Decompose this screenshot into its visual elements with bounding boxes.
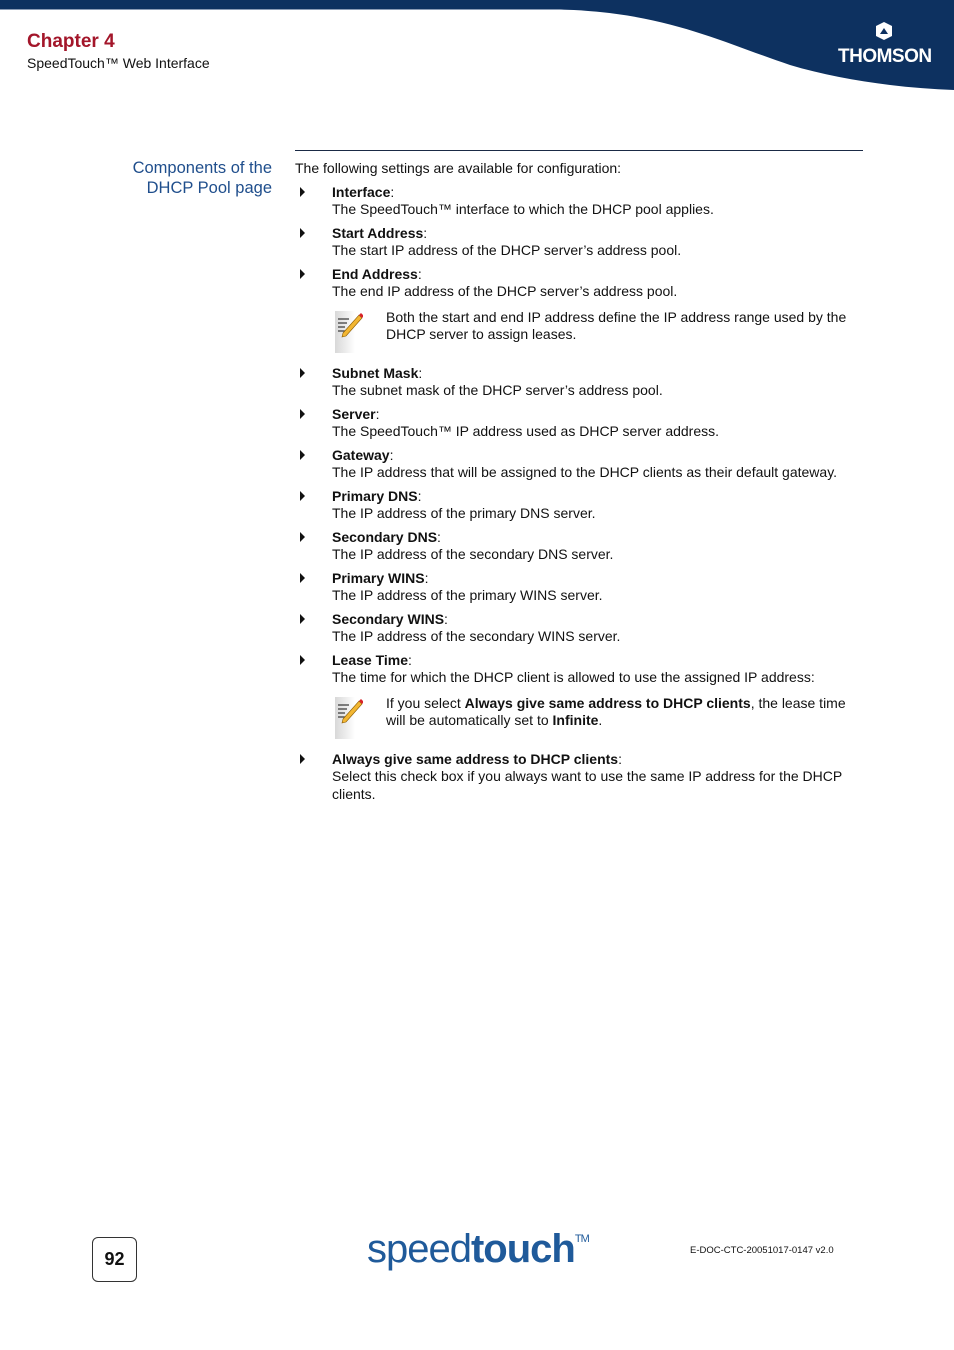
item-title: Lease Time (332, 651, 409, 668)
item-desc: The subnet mask of the DHCP server’s add… (332, 382, 663, 398)
list-item: Primary DNS: The IP address of the primar… (295, 488, 865, 523)
thomson-logo-text: THOMSON (838, 46, 932, 67)
bullet-arrow-icon (300, 613, 305, 624)
section-divider (295, 150, 863, 151)
list-item: Subnet Mask: The subnet mask of the DHCP … (295, 365, 865, 400)
bullet-arrow-icon (300, 268, 305, 279)
item-desc: The end IP address of the DHCP server’s … (332, 283, 678, 299)
list-item: Interface: The SpeedTouch™ interface to w… (295, 184, 865, 219)
item-desc: The IP address of the secondary WINS ser… (332, 628, 621, 644)
list-item: End Address: The end IP address of the DH… (295, 266, 865, 301)
item-title: Server (332, 405, 376, 422)
list-item: Primary WINS: The IP address of the prima… (295, 570, 865, 605)
speedtouch-logo: speedtouchTM (367, 1227, 590, 1271)
list-item: Start Address: The start IP address of th… (295, 225, 865, 260)
pencil-note-icon (335, 696, 363, 739)
list-item: Secondary DNS: The IP address of the seco… (295, 529, 865, 564)
pencil-note-icon (335, 310, 363, 353)
page-number: 92 (92, 1237, 137, 1282)
section-label: Components of the DHCP Pool page (132, 159, 272, 197)
list-item: Server: The SpeedTouch™ IP address used a… (295, 406, 865, 441)
item-title: Primary WINS (332, 569, 425, 586)
item-title: Interface (332, 183, 391, 200)
bullet-arrow-icon (300, 531, 305, 542)
chapter-title: Chapter 4 (27, 31, 115, 52)
item-desc: The IP address of the primary DNS server… (332, 505, 596, 521)
bullet-arrow-icon (300, 408, 305, 419)
intro-text: The following settings are available for… (295, 160, 622, 176)
bullet-arrow-icon (300, 186, 305, 197)
settings-list: The following settings are available for… (295, 160, 865, 809)
item-desc: The start IP address of the DHCP server’… (332, 242, 682, 258)
item-title: Secondary DNS (332, 528, 438, 545)
item-desc: Select this check box if you always want… (332, 768, 842, 802)
item-title: Always give same address to DHCP clients (332, 750, 619, 767)
item-desc: The time for which the DHCP client is al… (332, 669, 815, 685)
item-title: Gateway (332, 446, 390, 463)
note-box: If you select Always give same address t… (295, 695, 865, 739)
bullet-arrow-icon (300, 367, 305, 378)
item-title: Secondary WINS (332, 610, 445, 627)
bullet-arrow-icon (300, 654, 305, 665)
item-title: Subnet Mask (332, 364, 419, 381)
item-title: Start Address (332, 224, 424, 241)
header-banner (0, 0, 954, 90)
bullet-arrow-icon (300, 490, 305, 501)
item-desc: The SpeedTouch™ interface to which the D… (332, 201, 714, 217)
document-id: E-DOC-CTC-20051017-0147 v2.0 (690, 1245, 834, 1256)
chapter-subtitle: SpeedTouch™ Web Interface (27, 55, 210, 71)
note-text: If you select Always give same address t… (386, 694, 846, 729)
item-desc: The IP address of the primary WINS serve… (332, 587, 603, 603)
item-title: Primary DNS (332, 487, 418, 504)
bullet-arrow-icon (300, 449, 305, 460)
list-item: Secondary WINS: The IP address of the sec… (295, 611, 865, 646)
list-item: Always give same address to DHCP clients… (295, 751, 865, 804)
item-desc: The IP address that will be assigned to … (332, 464, 838, 480)
list-item: Gateway: The IP address that will be assi… (295, 447, 865, 482)
item-desc: The SpeedTouch™ IP address used as DHCP … (332, 423, 720, 439)
bullet-arrow-icon (300, 227, 305, 238)
note-text: Both the start and end IP address define… (386, 308, 847, 343)
bullet-arrow-icon (300, 753, 305, 764)
list-item: Lease Time: The time for which the DHCP c… (295, 652, 865, 687)
item-desc: The IP address of the secondary DNS serv… (332, 546, 614, 562)
note-box: Both the start and end IP address define… (295, 309, 865, 353)
bullet-arrow-icon (300, 572, 305, 583)
item-title: End Address (332, 265, 418, 282)
